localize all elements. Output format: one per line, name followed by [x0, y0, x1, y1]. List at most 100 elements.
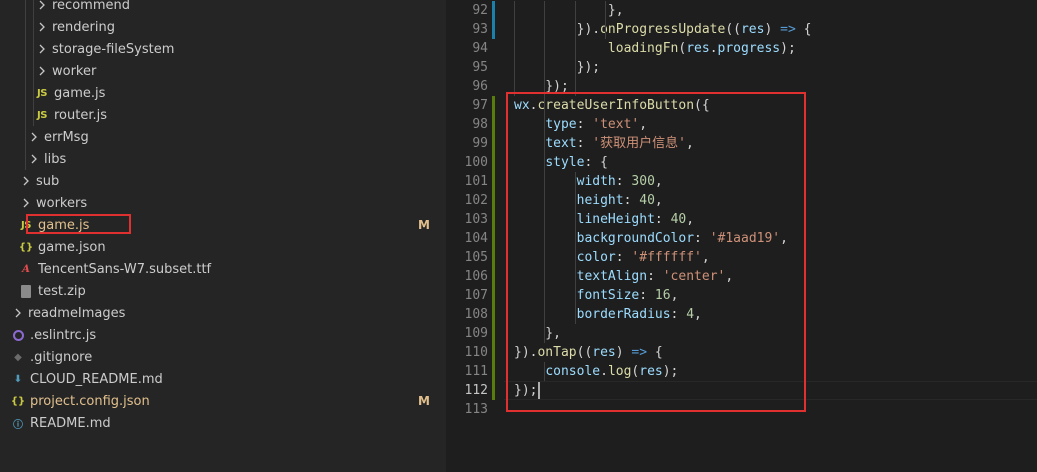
tree-item-label: .eslintrc.js [30, 327, 97, 343]
code-line[interactable]: 93 }).onProgressUpdate((res) => { [446, 20, 1037, 39]
line-number: 102 [464, 193, 488, 208]
chevron-right-icon [35, 44, 49, 54]
tree-item-libs[interactable]: libs [0, 148, 446, 170]
tree-item-test-zip[interactable]: test.zip [0, 280, 446, 302]
chevron-right-icon [19, 176, 33, 186]
code-text: }); [514, 58, 600, 77]
tree-item-label: rendering [52, 19, 115, 35]
eslint-file-icon [11, 329, 25, 341]
code-token: onProgressUpdate [600, 22, 726, 37]
explorer-sidebar: recommend rendering storage-fileSystem work… [0, 0, 446, 472]
chevron-right-icon [35, 0, 49, 10]
tree-item-storage-filesystem[interactable]: storage-fileSystem [0, 38, 446, 60]
font-file-icon: A [22, 263, 30, 275]
tree-item-sub[interactable]: sub [0, 170, 446, 192]
indent-guide [605, 1, 606, 39]
tree-item-errmsg[interactable]: errMsg [0, 126, 446, 148]
tree-item-worker[interactable]: worker [0, 60, 446, 82]
highlight-box-game-js [26, 214, 131, 234]
tree-item-rendering[interactable]: rendering [0, 16, 446, 38]
tree-indent-guide [33, 0, 34, 126]
tree-item-router-js[interactable]: JS router.js [0, 104, 446, 126]
tree-item-recommend[interactable]: recommend [0, 0, 446, 16]
info-file-icon: ⓘ [13, 419, 23, 431]
code-text: }).onProgressUpdate((res) => { [514, 20, 812, 39]
code-token: ); [780, 41, 796, 56]
git-added-marker[interactable] [492, 210, 495, 229]
markdown-file-icon: ⬇ [13, 373, 23, 385]
git-added-marker[interactable] [492, 305, 495, 324]
git-added-marker[interactable] [492, 229, 495, 248]
tree-item-label: errMsg [44, 129, 89, 145]
line-number: 99 [472, 136, 488, 151]
tree-item-project-config-json[interactable]: {} project.config.json M [0, 390, 446, 412]
tree-item-workers[interactable]: workers [0, 192, 446, 214]
chevron-right-icon [27, 154, 41, 164]
git-added-marker[interactable] [492, 343, 495, 362]
tree-item-label: game.json [38, 239, 106, 255]
line-number: 97 [472, 98, 488, 113]
git-modified-marker[interactable] [492, 1, 495, 20]
javascript-file-icon: JS [37, 109, 47, 121]
git-added-marker[interactable] [492, 134, 495, 153]
chevron-right-icon [35, 22, 49, 32]
tree-item-label: libs [44, 151, 67, 167]
line-number: 101 [464, 174, 488, 189]
code-token: (( [725, 22, 741, 37]
line-number: 107 [464, 288, 488, 303]
indent-guide [514, 1, 515, 96]
code-token: ) [764, 22, 781, 37]
git-added-marker[interactable] [492, 267, 495, 286]
code-token: . [709, 41, 718, 56]
git-modified-marker[interactable] [492, 20, 495, 39]
line-number: 95 [472, 60, 488, 75]
eslint-shape [12, 329, 24, 341]
git-added-marker[interactable] [492, 115, 495, 134]
highlight-box-code [506, 92, 806, 412]
tree-item-label: sub [36, 173, 60, 189]
git-added-marker[interactable] [492, 191, 495, 210]
code-token: res [686, 41, 710, 56]
tree-item-gitignore[interactable]: ◆ .gitignore [0, 346, 446, 368]
tree-item-game-json[interactable]: {} game.json [0, 236, 446, 258]
git-added-marker[interactable] [492, 248, 495, 267]
tree-item-cloud-readme-md[interactable]: ⬇ CLOUD_README.md [0, 368, 446, 390]
line-number: 110 [464, 345, 488, 360]
tree-item-tencentsans-w7-subset-ttf[interactable]: A TencentSans-W7.subset.ttf [0, 258, 446, 280]
git-added-marker[interactable] [492, 286, 495, 305]
git-added-marker[interactable] [492, 153, 495, 172]
tree-indent-guide [25, 0, 26, 170]
chevron-right-icon [35, 66, 49, 76]
line-number: 111 [464, 364, 488, 379]
git-added-marker[interactable] [492, 362, 495, 381]
git-added-marker[interactable] [492, 324, 495, 343]
tree-item-eslintrc-js[interactable]: .eslintrc.js [0, 324, 446, 346]
code-token: => [780, 22, 796, 37]
code-token: }). [514, 22, 601, 37]
code-line[interactable]: 92 }, [446, 1, 1037, 20]
code-token: }, [514, 3, 624, 18]
code-line[interactable]: 94 loadingFn(res.progress); [446, 39, 1037, 58]
chevron-right-icon [11, 308, 25, 318]
line-number: 92 [472, 3, 488, 18]
line-number: 104 [464, 231, 488, 246]
tree-item-readmeimages[interactable]: readmeImages [0, 302, 446, 324]
line-number: 100 [464, 155, 488, 170]
line-number: 105 [464, 250, 488, 265]
git-added-marker[interactable] [492, 96, 495, 115]
tree-item-game-js[interactable]: JS game.js [0, 82, 446, 104]
line-number: 98 [472, 117, 488, 132]
chevron-right-icon [27, 132, 41, 142]
code-editor[interactable]: 92 }, 93 }).onProgressUpdate((res) => {94… [446, 0, 1037, 472]
tree-item-label: README.md [30, 415, 111, 431]
tree-item-label: router.js [54, 107, 108, 123]
code-line[interactable]: 95 }); [446, 58, 1037, 77]
indent-guide [575, 1, 576, 96]
git-added-marker[interactable] [492, 381, 495, 400]
code-token: loadingFn [607, 41, 679, 56]
tree-item-readme-md[interactable]: ⓘ README.md [0, 412, 446, 434]
git-added-marker[interactable] [492, 172, 495, 191]
code-token: }); [514, 60, 601, 75]
code-token: { [795, 22, 812, 37]
tree-item-label: recommend [52, 0, 130, 13]
